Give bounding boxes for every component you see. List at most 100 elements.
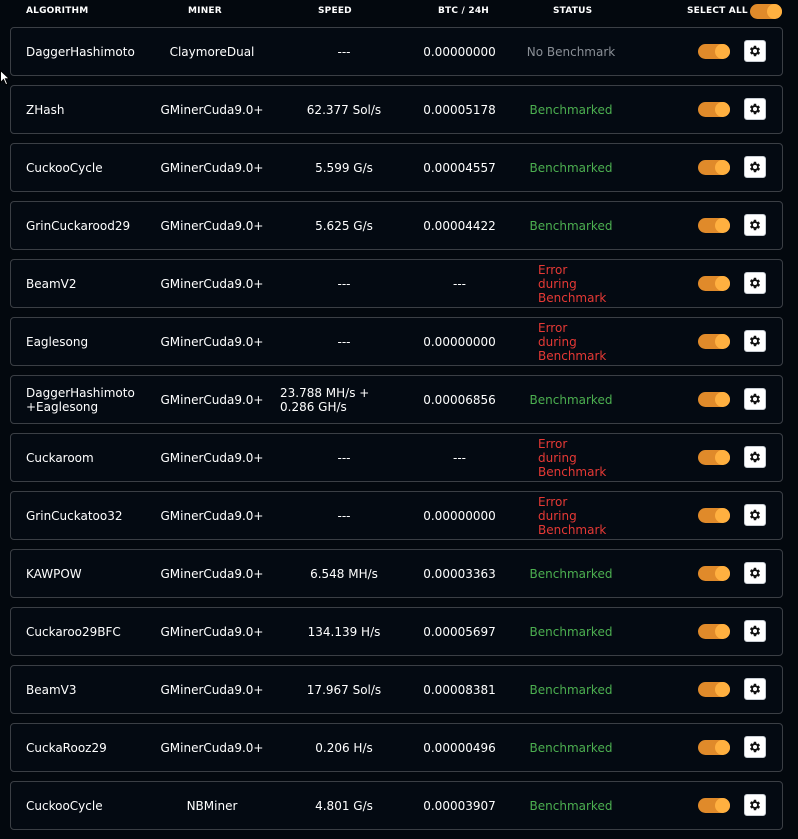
enable-toggle[interactable]	[698, 392, 730, 407]
table-row: CuckooCycle NBMiner 4.801 G/s 0.00003907 Ben…	[10, 781, 783, 830]
settings-button[interactable]	[744, 620, 766, 642]
enable-toggle[interactable]	[698, 566, 730, 581]
settings-button[interactable]	[744, 736, 766, 758]
table-row: CuckooCycle GMinerCuda9.0+ 5.599 G/s 0.0000…	[10, 143, 783, 192]
column-header-miner[interactable]: MINER	[188, 6, 222, 16]
speed-value: ---	[337, 334, 351, 349]
speed-value: 6.548 MH/s	[310, 566, 378, 581]
enable-toggle[interactable]	[698, 44, 730, 59]
miner-name: GMinerCuda9.0+	[160, 624, 264, 639]
gear-icon	[748, 334, 762, 348]
gear-icon	[748, 624, 762, 638]
gear-icon	[748, 740, 762, 754]
miner-name: GMinerCuda9.0+	[160, 102, 264, 117]
enable-toggle[interactable]	[698, 740, 730, 755]
status-text: Error during Benchmark	[538, 320, 607, 363]
btc-24h-value: 0.00000000	[423, 44, 496, 59]
status-text: Benchmarked	[529, 160, 613, 175]
table-row: GrinCuckatoo32 GMinerCuda9.0+ --- 0.0000000…	[10, 491, 783, 540]
toggle-knob	[715, 160, 730, 175]
algorithm-name: DaggerHashimoto +Eaglesong	[26, 385, 135, 414]
miner-name: ClaymoreDual	[169, 44, 255, 59]
toggle-knob	[715, 218, 730, 233]
status-text: Error during Benchmark	[538, 436, 607, 479]
enable-toggle[interactable]	[698, 218, 730, 233]
table-header: ALGORITHM MINER SPEED BTC / 24H STATUS S…	[0, 0, 798, 22]
select-all-toggle[interactable]	[750, 4, 782, 19]
speed-value: 134.139 H/s	[307, 624, 381, 639]
algorithm-name: Cuckaroo29BFC	[26, 624, 121, 639]
table-row: CuckaRooz29 GMinerCuda9.0+ 0.206 H/s 0.0000…	[10, 723, 783, 772]
settings-button[interactable]	[744, 388, 766, 410]
algorithm-name: CuckaRooz29	[26, 740, 107, 755]
status-text: Benchmarked	[529, 102, 613, 117]
settings-button[interactable]	[744, 678, 766, 700]
table-row: Eaglesong GMinerCuda9.0+ --- 0.00000000 Erro…	[10, 317, 783, 366]
column-header-btc-24h[interactable]: BTC / 24H	[438, 6, 489, 16]
gear-icon	[748, 392, 762, 406]
enable-toggle[interactable]	[698, 798, 730, 813]
gear-icon	[748, 798, 762, 812]
enable-toggle[interactable]	[698, 450, 730, 465]
enable-toggle[interactable]	[698, 276, 730, 291]
settings-button[interactable]	[744, 98, 766, 120]
gear-icon	[748, 276, 762, 290]
table-row: DaggerHashimoto ClaymoreDual --- 0.00000000…	[10, 27, 783, 76]
enable-toggle[interactable]	[698, 334, 730, 349]
enable-toggle[interactable]	[698, 508, 730, 523]
algorithm-name: DaggerHashimoto	[26, 44, 135, 59]
status-text: Benchmarked	[529, 798, 613, 813]
speed-value: 5.599 G/s	[315, 160, 373, 175]
settings-button[interactable]	[744, 272, 766, 294]
status-text: No Benchmark	[526, 44, 616, 59]
status-text: Benchmarked	[529, 740, 613, 755]
miner-name: GMinerCuda9.0+	[160, 450, 264, 465]
settings-button[interactable]	[744, 40, 766, 62]
btc-24h-value: 0.00003907	[423, 798, 496, 813]
enable-toggle[interactable]	[698, 682, 730, 697]
miner-name: GMinerCuda9.0+	[160, 682, 264, 697]
column-header-speed[interactable]: SPEED	[318, 6, 352, 16]
btc-24h-value: ---	[453, 450, 466, 465]
btc-24h-value: 0.00004422	[423, 218, 496, 233]
miner-name: GMinerCuda9.0+	[160, 566, 264, 581]
status-text: Error during Benchmark	[538, 262, 607, 305]
status-text: Benchmarked	[529, 624, 613, 639]
settings-button[interactable]	[744, 214, 766, 236]
settings-button[interactable]	[744, 794, 766, 816]
status-text: Benchmarked	[529, 682, 613, 697]
algorithm-name: ZHash	[26, 102, 65, 117]
enable-toggle[interactable]	[698, 102, 730, 117]
gear-icon	[748, 44, 762, 58]
enable-toggle[interactable]	[698, 160, 730, 175]
speed-value: 62.377 Sol/s	[306, 102, 382, 117]
algorithm-name: BeamV2	[26, 276, 77, 291]
miner-name: GMinerCuda9.0+	[160, 218, 264, 233]
settings-button[interactable]	[744, 562, 766, 584]
btc-24h-value: 0.00000000	[423, 334, 496, 349]
status-text: Benchmarked	[529, 392, 613, 407]
gear-icon	[748, 682, 762, 696]
gear-icon	[748, 508, 762, 522]
column-header-status[interactable]: STATUS	[553, 6, 592, 16]
btc-24h-value: 0.00005697	[423, 624, 496, 639]
settings-button[interactable]	[744, 156, 766, 178]
gear-icon	[748, 566, 762, 580]
table-row: KAWPOW GMinerCuda9.0+ 6.548 MH/s 0.00003363…	[10, 549, 783, 598]
toggle-knob	[715, 624, 730, 639]
speed-value: ---	[337, 276, 351, 291]
enable-toggle[interactable]	[698, 624, 730, 639]
settings-button[interactable]	[744, 330, 766, 352]
btc-24h-value: 0.00000000	[423, 508, 496, 523]
settings-button[interactable]	[744, 504, 766, 526]
speed-value: 0.206 H/s	[315, 740, 373, 755]
column-header-algorithm[interactable]: ALGORITHM	[26, 6, 88, 16]
speed-value: 17.967 Sol/s	[306, 682, 382, 697]
table-row: ZHash GMinerCuda9.0+ 62.377 Sol/s 0.0000517…	[10, 85, 783, 134]
algorithm-list: DaggerHashimoto ClaymoreDual --- 0.00000000…	[10, 27, 783, 839]
miner-name: GMinerCuda9.0+	[160, 276, 264, 291]
settings-button[interactable]	[744, 446, 766, 468]
gear-icon	[748, 218, 762, 232]
algorithm-name: CuckooCycle	[26, 160, 103, 175]
miner-name: NBMiner	[186, 798, 238, 813]
